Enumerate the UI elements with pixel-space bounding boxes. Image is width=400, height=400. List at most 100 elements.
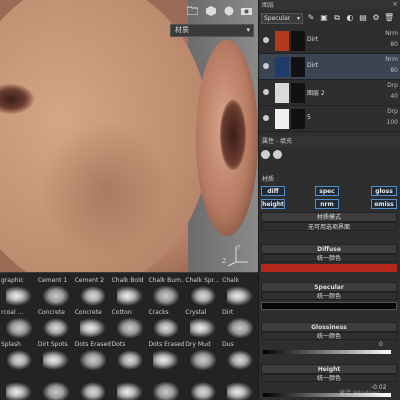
brush-preview-thumb: [153, 286, 180, 306]
channel-toggle-spec[interactable]: spec: [315, 186, 339, 196]
channel-toggle-height[interactable]: height: [261, 199, 285, 209]
channel-toggle-gloss[interactable]: gloss: [371, 186, 397, 196]
channel-toggle-nrm[interactable]: nrm: [315, 199, 339, 209]
glossiness-mode[interactable]: 统一颜色: [261, 332, 397, 340]
axis-gizmo[interactable]: Y Z: [222, 242, 252, 268]
shelf-item[interactable]: Chalk Spr...: [184, 277, 221, 309]
shelf-item[interactable]: Concrete: [74, 309, 111, 341]
material-view-dropdown[interactable]: 材质 ▾: [170, 24, 254, 37]
layer-blend-mode[interactable]: Drp: [387, 82, 398, 89]
channel-toggle-diff[interactable]: diff: [261, 186, 285, 196]
shelf-item[interactable]: Dots Erased: [147, 341, 184, 373]
brush-preview-thumb: [153, 350, 180, 370]
shelf-item[interactable]: Cement 1: [37, 277, 74, 309]
shelf-item[interactable]: Chalk Bum...: [147, 277, 184, 309]
shelf-item[interactable]: Crystal: [184, 309, 221, 341]
shelf-item[interactable]: [184, 373, 221, 400]
specular-header: Specular: [261, 282, 397, 292]
layers-toolbar: Specular ▾ ✎ ▣ ⧉ ◐ ▤ ⚙ 🗑: [259, 11, 400, 25]
visibility-eye-icon[interactable]: [263, 63, 269, 69]
brush-preview-thumb: [190, 318, 217, 338]
close-icon[interactable]: ×: [392, 0, 398, 8]
fill-icon[interactable]: [261, 150, 270, 159]
shelf-item[interactable]: [37, 373, 74, 400]
layer-name: Dirt: [307, 36, 319, 43]
shelf-item[interactable]: [147, 373, 184, 400]
shelf-item[interactable]: Dots: [111, 341, 148, 373]
visibility-eye-icon[interactable]: [263, 115, 269, 121]
mask-icon[interactable]: ◐: [345, 13, 355, 23]
shelf-item-label: Cement 2: [74, 277, 105, 284]
layer-opacity[interactable]: 100: [387, 119, 398, 126]
shelf-item[interactable]: Dots Erased: [74, 341, 111, 373]
shelf-item[interactable]: [221, 373, 258, 400]
glossiness-slider[interactable]: [263, 350, 391, 354]
shelf-item[interactable]: Dus: [221, 341, 258, 373]
layer-blend-mode[interactable]: Drp: [387, 108, 398, 115]
layer-row[interactable]: Dirt Nrm 80: [259, 28, 400, 54]
diffuse-color-swatch[interactable]: [261, 264, 397, 272]
shelf-item[interactable]: Splash: [0, 341, 37, 373]
layer-row[interactable]: Dirt Nrm 80: [259, 54, 400, 80]
shelf-item[interactable]: Concrete: [37, 309, 74, 341]
shelf-item-label: rcoal ...: [1, 309, 24, 316]
specular-color-swatch[interactable]: [261, 302, 397, 310]
camera-icon[interactable]: [240, 4, 253, 17]
glossiness-value[interactable]: 0: [379, 341, 383, 348]
visibility-eye-icon[interactable]: [263, 37, 269, 43]
channel-toggle-emiss[interactable]: emiss: [371, 199, 397, 209]
shelf-item-label: Concrete: [74, 309, 102, 316]
shelf-item[interactable]: Chalk Bold: [111, 277, 148, 309]
layer-mask-thumbnail[interactable]: [291, 83, 305, 103]
add-fill-layer-icon[interactable]: ▣: [319, 13, 329, 23]
add-layer-icon[interactable]: ⧉: [332, 13, 342, 23]
shelf-item[interactable]: Dirt Spots: [37, 341, 74, 373]
height-header: Height: [261, 364, 397, 374]
shelf-item[interactable]: Dirt: [221, 309, 258, 341]
shelf-item[interactable]: Cement 2: [74, 277, 111, 309]
layer-blend-mode[interactable]: Nrm: [385, 56, 398, 63]
layer-blend-mode[interactable]: Nrm: [385, 30, 398, 37]
shelf-item[interactable]: Cotton: [111, 309, 148, 341]
layer-mask-thumbnail[interactable]: [291, 57, 305, 77]
material-mode-value[interactable]: 无可用选项界面: [261, 222, 397, 231]
sphere-icon[interactable]: [222, 4, 235, 17]
shelf-grid: graphic Cement 1 Cement 2 Chalk Bold Chalk B…: [0, 277, 258, 400]
brush-preview-thumb: [227, 286, 254, 306]
shelf-item[interactable]: rcoal ...: [0, 309, 37, 341]
channel-select[interactable]: Specular ▾: [261, 12, 303, 24]
shelf-item[interactable]: graphic: [0, 277, 37, 309]
3d-viewport[interactable]: 材质 ▾ Y Z: [0, 0, 258, 272]
brush-icon[interactable]: ✎: [306, 13, 316, 23]
shelf-item-label: Splash: [1, 341, 21, 348]
layer-opacity[interactable]: 80: [390, 41, 398, 48]
delete-icon[interactable]: 🗑: [384, 13, 394, 23]
folder-icon[interactable]: ▤: [358, 13, 368, 23]
layer-opacity[interactable]: 40: [390, 93, 398, 100]
layer-mask-thumbnail[interactable]: [291, 109, 305, 129]
height-mode[interactable]: 统一颜色: [261, 374, 397, 382]
diffuse-mode[interactable]: 统一颜色: [261, 254, 397, 262]
shelf-item[interactable]: Chalk: [221, 277, 258, 309]
specular-mode[interactable]: 统一颜色: [261, 292, 397, 300]
shelf-item[interactable]: Cracks: [147, 309, 184, 341]
layer-opacity[interactable]: 80: [390, 67, 398, 74]
layer-mask-thumbnail[interactable]: [291, 31, 305, 51]
visibility-eye-icon[interactable]: [263, 89, 269, 95]
folder-icon[interactable]: [186, 4, 199, 17]
brush-preview-thumb: [42, 318, 69, 338]
layer-row[interactable]: 图层 2 Drp 40: [259, 80, 400, 106]
brush-preview-thumb: [6, 382, 32, 400]
shelf-item[interactable]: [111, 373, 148, 400]
brush-preview-thumb: [79, 286, 106, 306]
shelf-item[interactable]: Dry Mud: [184, 341, 221, 373]
cube-icon[interactable]: [204, 4, 217, 17]
material-icon[interactable]: [273, 150, 282, 159]
shelf-item-label: Dots Erased: [74, 341, 111, 348]
effect-icon[interactable]: ⚙: [371, 13, 381, 23]
brush-preview-thumb: [153, 318, 180, 338]
activation-watermark: 激活 Windows: [339, 390, 380, 397]
shelf-item[interactable]: [0, 373, 37, 400]
shelf-item[interactable]: [74, 373, 111, 400]
layer-row[interactable]: 5 Drp 100: [259, 106, 400, 132]
